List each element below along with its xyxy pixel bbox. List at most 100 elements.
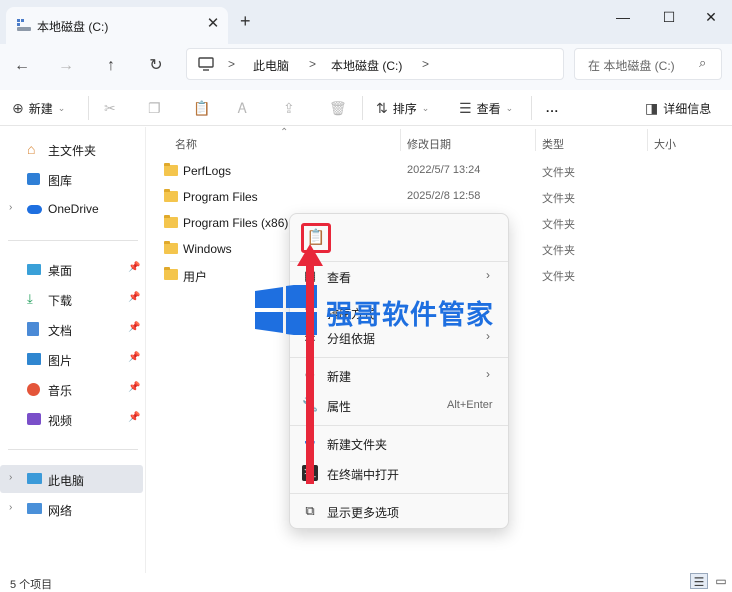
sidebar-divider xyxy=(8,449,138,450)
sidebar-item-label: 主文件夹 xyxy=(48,144,97,158)
sidebar-item-downloads[interactable]: ⤓ 下载 📌 xyxy=(0,285,143,313)
pin-icon[interactable]: 📌 xyxy=(128,262,140,273)
paste-button[interactable]: 📋 xyxy=(193,98,210,118)
details-pane-icon: ◨ xyxy=(645,99,659,116)
new-tab-button[interactable]: + xyxy=(240,12,251,30)
toolbar-divider xyxy=(362,96,363,120)
new-button[interactable]: ⊕ 新建 ⌄ xyxy=(12,98,65,118)
cut-button[interactable]: ✂ xyxy=(104,98,116,118)
back-arrow-icon[interactable]: ← xyxy=(8,52,36,80)
file-name: Windows xyxy=(183,242,232,256)
close-button[interactable]: ✕ xyxy=(696,6,726,28)
file-type: 文件夹 xyxy=(542,245,575,257)
sidebar-item-label: 视频 xyxy=(48,414,73,428)
chevron-right-icon: › xyxy=(486,367,490,381)
sidebar-item-label: 图库 xyxy=(48,174,73,188)
folder-icon xyxy=(164,215,178,228)
list-view-icon: ☰ xyxy=(459,99,472,116)
column-header-modified[interactable]: 修改日期 xyxy=(407,136,451,152)
details-pane-button[interactable]: ◨ 详细信息 xyxy=(645,98,711,118)
title-bar: 本地磁盘 (C:) ✕ + — ☐ ✕ xyxy=(0,0,732,44)
more-options-button[interactable]: ... xyxy=(546,98,559,118)
file-type: 文件夹 xyxy=(542,219,575,231)
new-label: 新建 xyxy=(28,101,53,116)
chevron-right-icon[interactable]: › xyxy=(9,502,12,513)
file-name: PerfLogs xyxy=(183,164,232,178)
pin-icon[interactable]: 📌 xyxy=(128,382,140,393)
column-divider[interactable] xyxy=(647,129,648,151)
sidebar-item-gallery[interactable]: 图库 xyxy=(0,165,143,193)
sidebar-item-documents[interactable]: 文档 📌 xyxy=(0,315,143,343)
column-header-type[interactable]: 类型 xyxy=(542,136,564,152)
picture-icon xyxy=(27,353,41,365)
drive-icon xyxy=(17,19,31,31)
maximize-button[interactable]: ☐ xyxy=(654,6,684,28)
file-type: 文件夹 xyxy=(542,167,575,179)
column-header-size[interactable]: 大小 xyxy=(654,136,676,152)
up-arrow-icon[interactable]: ↑ xyxy=(97,52,125,80)
view-button[interactable]: ☰ 查看 ⌄ xyxy=(459,98,513,118)
chevron-right-icon: › xyxy=(486,268,490,282)
tab-close-icon[interactable]: ✕ xyxy=(204,15,222,33)
file-type: 文件夹 xyxy=(542,271,575,283)
sidebar-item-onedrive[interactable]: › OneDrive xyxy=(0,195,143,223)
share-icon: ⇪ xyxy=(283,99,295,116)
folder-icon xyxy=(164,189,178,202)
sidebar-item-network[interactable]: › 网络 xyxy=(0,495,143,523)
chevron-right-icon[interactable]: › xyxy=(9,202,12,213)
forward-arrow-icon[interactable]: → xyxy=(52,52,80,80)
breadcrumb-this-pc[interactable]: 此电脑 xyxy=(253,57,289,74)
rename-button[interactable]: Ꭺ xyxy=(238,98,247,118)
delete-button[interactable]: 🗑 xyxy=(329,98,347,118)
sidebar-item-pictures[interactable]: 图片 📌 xyxy=(0,345,143,373)
address-bar: ← → ↑ ↻ > 此电脑 > 本地磁盘 (C:) > 在 本地磁盘 (C:) … xyxy=(0,44,732,90)
menu-item-label: 新建文件夹 xyxy=(327,438,388,452)
minimize-button[interactable]: — xyxy=(608,6,638,28)
gallery-icon xyxy=(27,173,40,185)
folder-icon xyxy=(164,241,178,254)
scissors-icon: ✂ xyxy=(104,99,116,116)
file-type: 文件夹 xyxy=(542,193,575,205)
network-icon xyxy=(27,503,42,514)
pin-icon[interactable]: 📌 xyxy=(128,322,140,333)
pin-icon[interactable]: 📌 xyxy=(128,352,140,363)
search-placeholder: 在 本地磁盘 (C:) xyxy=(588,59,675,73)
sidebar-item-videos[interactable]: 视频 📌 xyxy=(0,405,143,433)
sidebar-item-this-pc[interactable]: › 此电脑 xyxy=(0,465,143,493)
share-button[interactable]: ⇪ xyxy=(283,98,295,118)
chevron-right-icon[interactable]: › xyxy=(9,472,12,483)
menu-divider xyxy=(290,493,508,494)
table-row[interactable]: Program Files 2025/2/8 12:58 文件夹 xyxy=(147,185,732,211)
breadcrumb-local-disk[interactable]: 本地磁盘 (C:) xyxy=(331,57,402,74)
search-input[interactable]: 在 本地磁盘 (C:) ⌕ xyxy=(574,48,722,80)
monitor-icon xyxy=(198,57,214,71)
sidebar-item-music[interactable]: 音乐 📌 xyxy=(0,375,143,403)
sidebar-item-home[interactable]: ⌂ 主文件夹 xyxy=(0,135,143,163)
sidebar-item-label: OneDrive xyxy=(48,202,99,216)
pin-icon[interactable]: 📌 xyxy=(128,292,140,303)
refresh-icon[interactable]: ↻ xyxy=(142,52,170,80)
copy-button[interactable]: ❐ xyxy=(148,98,161,118)
pin-icon[interactable]: 📌 xyxy=(128,412,140,423)
tiles-view-icon[interactable]: ▭ xyxy=(712,573,730,589)
tab-local-disk[interactable]: 本地磁盘 (C:) ✕ xyxy=(6,7,228,44)
plus-circle-icon: ⊕ xyxy=(12,99,24,116)
details-view-icon[interactable]: ☰ xyxy=(690,573,708,589)
breadcrumb[interactable]: > 此电脑 > 本地磁盘 (C:) > xyxy=(186,48,564,80)
annotation-arrow-icon xyxy=(297,244,323,484)
menu-item-show-more[interactable]: ⧉ 显示更多选项 xyxy=(290,497,508,525)
trash-icon: 🗑 xyxy=(329,99,347,116)
table-row[interactable]: PerfLogs 2022/5/7 13:24 文件夹 xyxy=(147,159,732,185)
sort-ascending-icon: ⌃ xyxy=(280,127,289,138)
download-icon: ⤓ xyxy=(27,291,33,306)
column-divider[interactable] xyxy=(535,129,536,151)
navigation-pane: ⌂ 主文件夹 图库 › OneDrive 桌面 📌 ⤓ 下载 📌 文档 📌 图片… xyxy=(0,127,146,573)
command-bar: ⊕ 新建 ⌄ ✂ ❐ 📋 Ꭺ ⇪ 🗑 ⇅ 排序 ⌄ ☰ 查看 ⌄ ... ◨ 详… xyxy=(0,90,732,126)
column-header-name[interactable]: 名称 xyxy=(175,136,197,152)
sidebar-item-desktop[interactable]: 桌面 📌 xyxy=(0,255,143,283)
sort-button[interactable]: ⇅ 排序 ⌄ xyxy=(376,98,429,118)
column-divider[interactable] xyxy=(400,129,401,151)
sidebar-divider xyxy=(8,240,138,241)
copy-icon: ❐ xyxy=(148,99,161,116)
sidebar-item-label: 图片 xyxy=(48,354,73,368)
